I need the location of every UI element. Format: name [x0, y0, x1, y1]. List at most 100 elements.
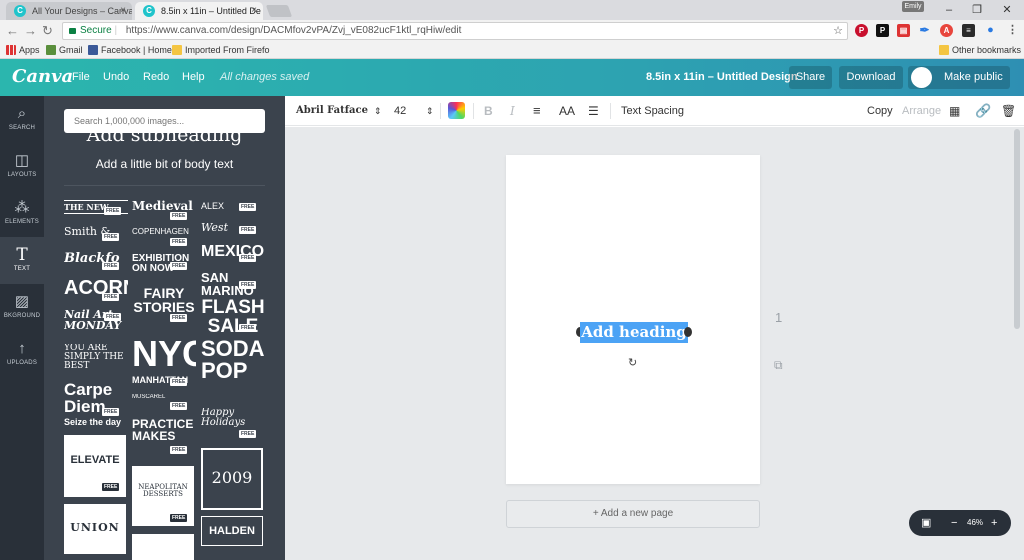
- font-size-dropdown[interactable]: 42: [394, 96, 406, 126]
- rail-background[interactable]: ▨ BKGROUND: [0, 284, 44, 331]
- text-template[interactable]: FAIRY STORIES FREE: [132, 286, 196, 326]
- add-new-page-button[interactable]: + Add a new page: [506, 500, 760, 528]
- share-button[interactable]: Share: [789, 66, 832, 89]
- text-template[interactable]: West FREE: [201, 222, 265, 244]
- design-page[interactable]: Add heading ↻: [506, 155, 760, 484]
- text-template[interactable]: UNION: [64, 504, 126, 554]
- italic-button[interactable]: I: [510, 96, 515, 126]
- text-template[interactable]: SODA-POP: [201, 338, 265, 386]
- text-color-swatch[interactable]: [448, 102, 465, 119]
- text-template[interactable]: ELEVATE FREE: [64, 435, 126, 497]
- abp-extension-icon[interactable]: A: [940, 24, 953, 37]
- copy-page-icon[interactable]: ⧉: [774, 358, 783, 373]
- vertical-scrollbar[interactable]: [1014, 129, 1020, 329]
- text-template[interactable]: Seize the day: [64, 418, 128, 432]
- text-template[interactable]: FLASH SALE FREE: [201, 298, 265, 334]
- text-template[interactable]: Medieval FREE: [132, 200, 196, 222]
- feather-extension-icon[interactable]: ✒: [918, 24, 931, 37]
- close-icon[interactable]: ×: [120, 2, 126, 20]
- copy-button[interactable]: Copy: [867, 96, 893, 126]
- bookmark-gmail[interactable]: Gmail: [46, 42, 83, 58]
- menu-dots-icon[interactable]: ⋮: [1006, 24, 1019, 37]
- transparency-icon[interactable]: ▦: [949, 96, 960, 126]
- text-template[interactable]: YOU ARE SIMPLY THE BEST: [64, 344, 128, 372]
- text-template[interactable]: Happy Holidays FREE: [201, 408, 265, 438]
- present-icon[interactable]: ▣: [921, 510, 931, 536]
- text-template[interactable]: Nail Art MONDAY FREE: [64, 309, 128, 333]
- align-center-icon[interactable]: ≡: [533, 96, 541, 126]
- text-template[interactable]: Blackfo FREE: [64, 252, 128, 274]
- text-template[interactable]: ALEX FREE: [201, 202, 265, 220]
- zoom-in-button[interactable]: +: [991, 510, 997, 536]
- close-icon[interactable]: ×: [251, 2, 257, 20]
- text-template[interactable]: ACORNFREE: [64, 278, 128, 304]
- menu-redo[interactable]: Redo: [143, 71, 169, 83]
- browser-tab-untitled-design[interactable]: C 8.5in x 11in – Untitled De ×: [135, 2, 263, 20]
- drop-extension-icon[interactable]: ●: [984, 24, 997, 37]
- bookmark-facebook[interactable]: Facebook | Home: [88, 42, 172, 58]
- canva-logo[interactable]: Canva: [12, 66, 73, 87]
- document-title[interactable]: 8.5in x 11in – Untitled Design: [646, 71, 798, 83]
- text-template[interactable]: MEXICO FREE: [201, 244, 265, 266]
- browser-tab-all-designs[interactable]: C All Your Designs – Canva ×: [6, 2, 132, 20]
- text-template[interactable]: MANHATTAN FREE: [132, 376, 196, 390]
- rail-layouts[interactable]: ◫ LAYOUTS: [0, 143, 44, 190]
- menu-help[interactable]: Help: [182, 71, 205, 83]
- text-template[interactable]: HALDEN: [201, 516, 263, 546]
- minimize-icon[interactable]: –: [934, 0, 964, 20]
- extension-icon[interactable]: ▤: [897, 24, 910, 37]
- chevron-updown-icon[interactable]: ⇕: [426, 96, 434, 126]
- bookmark-apps[interactable]: Apps: [6, 42, 40, 58]
- text-spacing-button[interactable]: Text Spacing: [621, 96, 684, 126]
- link-icon[interactable]: 🔗: [975, 96, 991, 126]
- address-bar[interactable]: Secure | https://www.canva.com/design/DA…: [62, 22, 848, 40]
- layers-extension-icon[interactable]: ≡: [962, 24, 975, 37]
- text-template[interactable]: COPENHAGEN FREE: [132, 228, 196, 248]
- trash-icon[interactable]: 🗑: [1001, 96, 1016, 126]
- pinterest-extension-icon[interactable]: P: [855, 24, 868, 37]
- font-family-dropdown[interactable]: Abril Fatface: [296, 96, 368, 126]
- resize-handle-right[interactable]: [684, 327, 692, 337]
- selected-heading-text[interactable]: Add heading: [580, 322, 688, 343]
- forward-arrow-icon[interactable]: →: [24, 23, 37, 39]
- text-template[interactable]: THE NEW FREE: [64, 200, 128, 220]
- text-template[interactable]: [132, 534, 194, 560]
- maximize-icon[interactable]: ❐: [962, 0, 992, 20]
- text-template[interactable]: NEAPOLITAN DESSERTS FREE: [132, 466, 194, 526]
- divider: [440, 103, 441, 119]
- rail-search[interactable]: ⌕ SEARCH: [0, 96, 44, 143]
- text-template[interactable]: Smith & FREE: [64, 226, 128, 246]
- bookmark-star-icon[interactable]: ☆: [833, 23, 843, 39]
- text-template[interactable]: SAN MARINO FREE: [201, 271, 265, 295]
- rotate-icon[interactable]: ↻: [628, 356, 637, 369]
- back-arrow-icon[interactable]: ←: [6, 23, 19, 39]
- reload-icon[interactable]: ↻: [42, 23, 53, 39]
- zoom-out-button[interactable]: −: [951, 510, 957, 536]
- rail-text[interactable]: T TEXT: [0, 237, 44, 284]
- text-template[interactable]: NYC: [132, 336, 196, 376]
- new-tab-button[interactable]: [265, 5, 293, 17]
- list-icon[interactable]: ☰: [588, 96, 599, 126]
- text-template[interactable]: MUSCAREL FREE: [132, 394, 196, 412]
- text-template[interactable]: Carpe Diem FREE: [64, 381, 128, 417]
- make-public-toggle[interactable]: Make public: [908, 66, 1010, 89]
- uppercase-button[interactable]: AA: [559, 96, 575, 126]
- rail-uploads[interactable]: ↑ UPLOADS: [0, 331, 44, 378]
- menu-file[interactable]: File: [72, 71, 90, 83]
- rail-elements[interactable]: ⁂ ELEMENTS: [0, 190, 44, 237]
- add-body-text-button[interactable]: Add a little bit of body text: [44, 157, 285, 171]
- bookmark-imported[interactable]: Imported From Firefo: [172, 42, 270, 58]
- pocket-extension-icon[interactable]: P: [876, 24, 889, 37]
- text-template[interactable]: EXHIBITION ON NOW FREE: [132, 254, 196, 280]
- bold-button[interactable]: B: [484, 96, 493, 126]
- text-template[interactable]: 2009: [201, 448, 263, 510]
- menu-undo[interactable]: Undo: [103, 71, 129, 83]
- window-close-icon[interactable]: ✕: [992, 0, 1022, 20]
- bookmark-other[interactable]: Other bookmarks: [939, 42, 1021, 58]
- download-button[interactable]: Download: [839, 66, 903, 89]
- arrange-button[interactable]: Arrange: [902, 96, 941, 126]
- image-search-input[interactable]: [64, 109, 265, 133]
- text-template[interactable]: PRACTICE MAKES FREE: [132, 418, 196, 456]
- profile-badge[interactable]: Emily: [902, 1, 924, 12]
- chevron-updown-icon[interactable]: ⇕: [374, 96, 382, 126]
